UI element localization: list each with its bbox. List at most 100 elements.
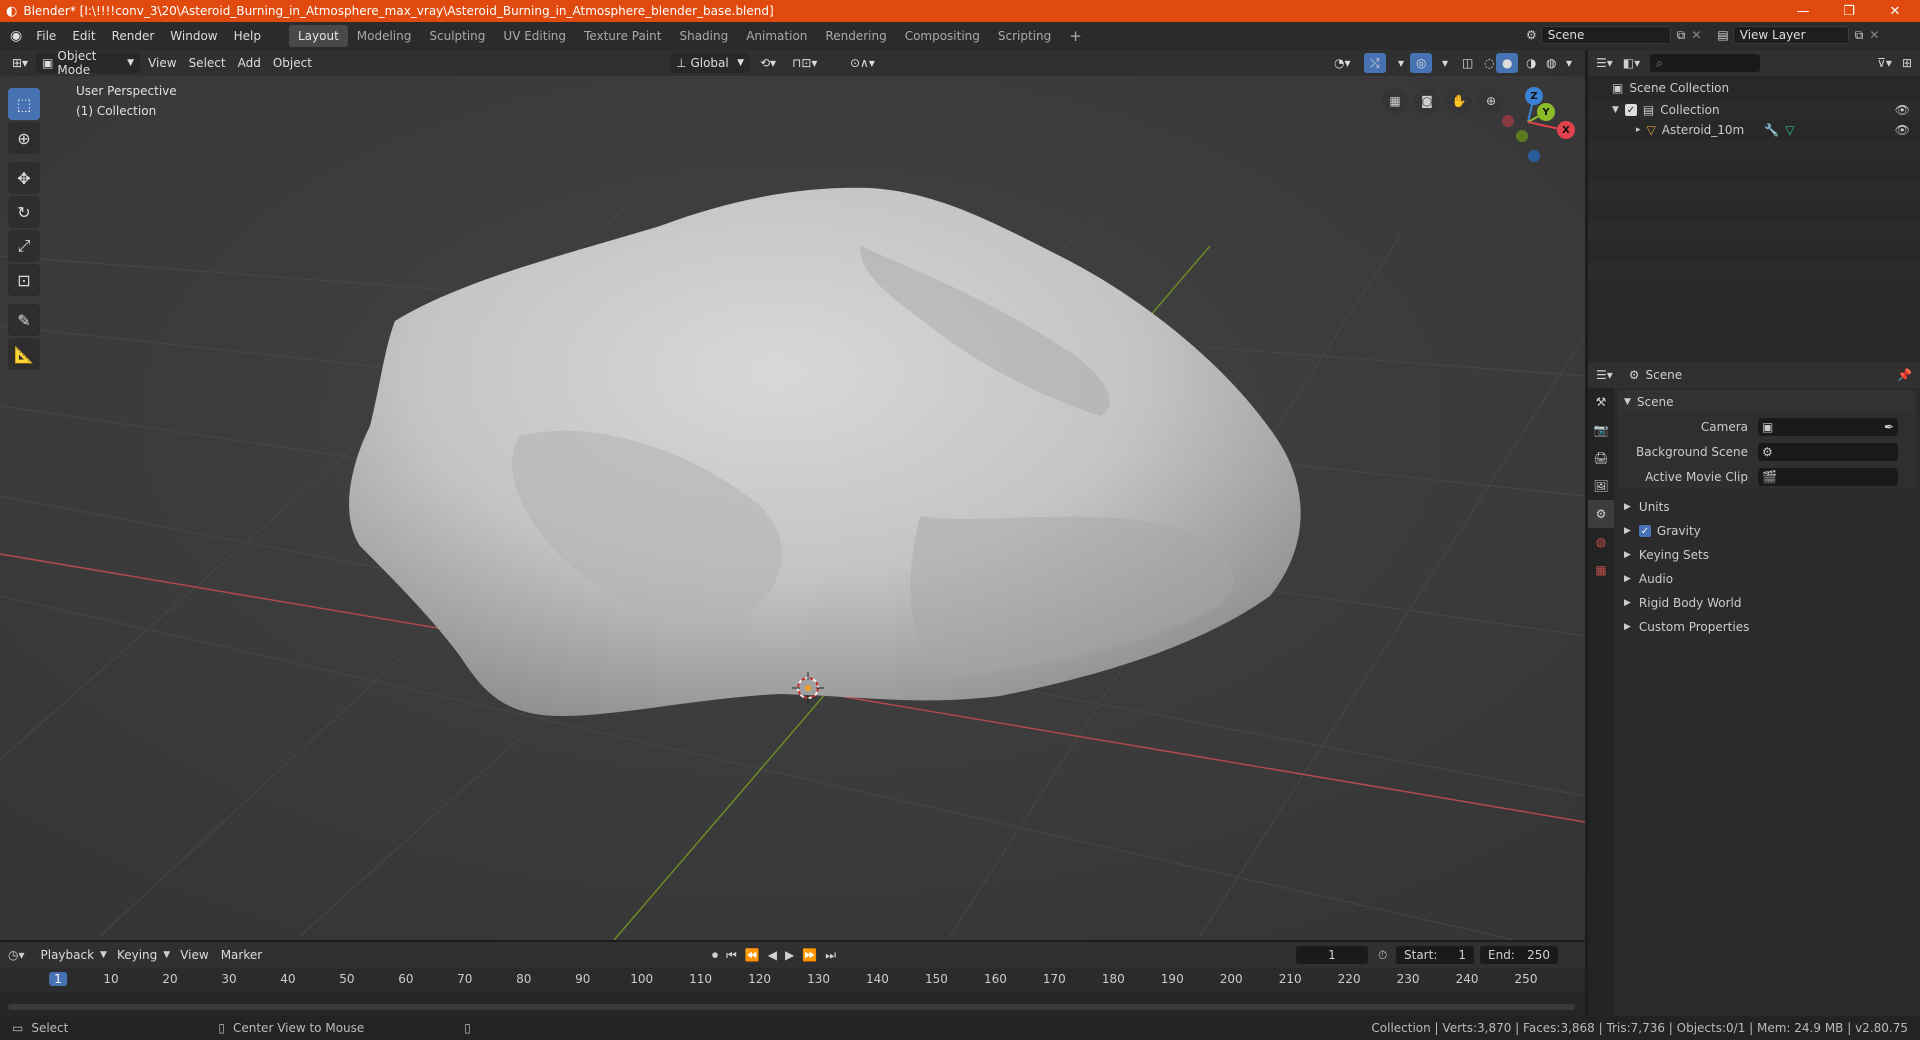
gizmo-neg-z-axis[interactable] xyxy=(1528,150,1540,162)
current-frame-field[interactable]: 1 xyxy=(1296,946,1368,964)
custom-properties-panel[interactable]: ▶ Custom Properties xyxy=(1618,615,1916,639)
keying-sets-panel[interactable]: ▶ Keying Sets xyxy=(1618,543,1916,567)
gizmo-x-axis[interactable]: X xyxy=(1557,121,1575,139)
scene-icon[interactable]: ⚙ xyxy=(1526,28,1537,42)
gizmo-neg-y-axis[interactable] xyxy=(1516,130,1528,142)
timeline-scrollbar[interactable] xyxy=(8,1004,1575,1010)
new-scene-icon[interactable]: ⧉ xyxy=(1677,28,1686,43)
next-keyframe-icon[interactable]: ⏩ xyxy=(802,948,817,962)
texture-tab-icon[interactable]: ▦ xyxy=(1588,556,1614,584)
navigation-gizmo[interactable]: Z Y X xyxy=(1494,84,1575,164)
gravity-panel[interactable]: ▶ ✓ Gravity xyxy=(1618,519,1916,543)
transform-tool-icon[interactable]: ⊡ xyxy=(8,264,40,296)
new-collection-icon[interactable]: ⊞ xyxy=(1902,56,1912,70)
camera-view-icon[interactable]: ◙ xyxy=(1414,88,1440,114)
tab-rendering[interactable]: Rendering xyxy=(816,25,895,47)
tab-scripting[interactable]: Scripting xyxy=(989,25,1060,47)
jump-end-icon[interactable]: ⏭ xyxy=(825,948,836,963)
new-view-layer-icon[interactable]: ⧉ xyxy=(1855,28,1864,43)
minimize-button[interactable]: — xyxy=(1780,0,1826,22)
start-frame-field[interactable]: Start: 1 xyxy=(1396,946,1474,964)
play-icon[interactable]: ▶ xyxy=(785,948,794,962)
proportional-edit-icon[interactable]: ⊙∧▾ xyxy=(844,53,881,73)
menu-file[interactable]: File xyxy=(28,25,64,47)
world-tab-icon[interactable]: ◍ xyxy=(1588,528,1614,556)
select-box-tool-icon[interactable]: ⬚ xyxy=(8,88,40,120)
shading-options-icon[interactable]: ▾ xyxy=(1560,53,1578,73)
grid-toggle-icon[interactable]: ▦ xyxy=(1382,88,1408,114)
tab-modeling[interactable]: Modeling xyxy=(348,25,421,47)
rotate-tool-icon[interactable]: ↻ xyxy=(8,196,40,228)
viewport-menu-view[interactable]: View xyxy=(142,53,182,73)
close-button[interactable]: ✕ xyxy=(1872,0,1918,22)
gizmo-options-icon[interactable]: ▾ xyxy=(1392,53,1410,73)
viewport-menu-add[interactable]: Add xyxy=(232,53,267,73)
view-layer-selector[interactable]: View Layer xyxy=(1732,26,1849,44)
add-workspace-icon[interactable]: + xyxy=(1060,25,1091,47)
viewport-menu-object[interactable]: Object xyxy=(267,53,318,73)
properties-editor-icon[interactable]: ☰▾ xyxy=(1596,368,1613,382)
record-icon[interactable]: ⏺ xyxy=(712,948,718,963)
prev-keyframe-icon[interactable]: ⏪ xyxy=(745,948,760,962)
pan-hand-icon[interactable]: ✋ xyxy=(1446,88,1472,114)
expand-arrow-icon[interactable]: ▼ xyxy=(1612,105,1619,115)
jump-start-icon[interactable]: ⏮ xyxy=(726,948,737,963)
gizmo-neg-x-axis[interactable] xyxy=(1502,115,1514,127)
delete-view-layer-icon[interactable]: ✕ xyxy=(1869,28,1879,42)
frame-ruler[interactable]: 1 10 20 30 40 50 60 70 80 90 100 110 120 130 140 150 160… xyxy=(0,968,1585,992)
gizmo-y-axis[interactable]: Y xyxy=(1537,103,1555,121)
gravity-checkbox[interactable]: ✓ xyxy=(1638,525,1651,537)
scene-selector[interactable]: Scene xyxy=(1540,26,1671,44)
filter-icon[interactable]: ⊽▾ xyxy=(1877,56,1892,70)
3d-viewport[interactable]: User Perspective (1) Collection ▦ ◙ ✋ ⊕ … xyxy=(0,76,1585,940)
outliner-row-collection[interactable]: ▼ ✓ ▤ Collection 👁 xyxy=(1588,100,1920,120)
playhead-frame-indicator[interactable]: 1 xyxy=(49,972,67,986)
movie-clip-field[interactable]: 🎬 xyxy=(1758,467,1898,486)
cursor-tool-icon[interactable]: ⊕ xyxy=(8,122,40,154)
timeline-menu-playback[interactable]: Playback xyxy=(35,945,101,965)
tool-tab-icon[interactable]: ⚒ xyxy=(1588,388,1614,416)
delete-scene-icon[interactable]: ✕ xyxy=(1691,28,1701,42)
annotate-tool-icon[interactable]: ✎ xyxy=(8,304,40,336)
menu-edit[interactable]: Edit xyxy=(64,25,103,47)
move-tool-icon[interactable]: ✥ xyxy=(8,162,40,194)
play-reverse-icon[interactable]: ◀ xyxy=(768,948,777,962)
display-mode-icon[interactable]: ◧▾ xyxy=(1623,56,1640,70)
mesh-data-icon[interactable]: ▽ xyxy=(1785,123,1794,137)
expand-arrow-icon[interactable]: ▸ xyxy=(1636,125,1641,135)
pivot-icon[interactable]: ⟲▾ xyxy=(754,53,782,73)
menu-window[interactable]: Window xyxy=(162,25,225,47)
exclude-checkbox[interactable]: ✓ xyxy=(1624,104,1637,116)
eye-icon[interactable]: 👁 xyxy=(1895,123,1910,137)
solid-shading-icon[interactable]: ● xyxy=(1496,53,1519,73)
outliner-row-object[interactable]: ▸ ▽ Asteroid_10m 🔧 ▽ 👁 xyxy=(1588,120,1920,140)
overlay-options-icon[interactable]: ▾ xyxy=(1436,53,1454,73)
xray-icon[interactable]: ◫ xyxy=(1456,53,1479,73)
camera-field[interactable]: ▣ ✒ xyxy=(1758,417,1898,436)
rigid-body-world-panel[interactable]: ▶ Rigid Body World xyxy=(1618,591,1916,615)
end-frame-field[interactable]: End: 250 xyxy=(1480,946,1558,964)
menu-help[interactable]: Help xyxy=(226,25,269,47)
tab-shading[interactable]: Shading xyxy=(670,25,737,47)
timeline-track-area[interactable] xyxy=(0,992,1585,1016)
gizmo-toggle-icon[interactable]: ⤭ xyxy=(1364,53,1386,73)
gizmo-z-axis[interactable]: Z xyxy=(1525,87,1543,105)
tab-sculpting[interactable]: Sculpting xyxy=(420,25,494,47)
timeline-editor-icon[interactable]: ◷▾ xyxy=(8,948,25,962)
blender-menu-icon[interactable]: ◉ xyxy=(10,28,22,44)
eyedropper-icon[interactable]: ✒ xyxy=(1884,420,1894,434)
outliner-editor-icon[interactable]: ☰▾ xyxy=(1596,56,1613,70)
view-layer-icon[interactable]: ▤ xyxy=(1717,28,1728,42)
units-panel[interactable]: ▶ Units xyxy=(1618,495,1916,519)
measure-tool-icon[interactable]: 📐 xyxy=(8,338,40,370)
outliner-row-scene-collection[interactable]: ▣ Scene Collection xyxy=(1588,76,1920,100)
scene-tab-icon[interactable]: ⚙ xyxy=(1588,500,1614,528)
viewport-menu-select[interactable]: Select xyxy=(183,53,232,73)
modifier-wrench-icon[interactable]: 🔧 xyxy=(1764,123,1779,137)
pin-icon[interactable]: 📌 xyxy=(1897,368,1912,382)
tab-uv-editing[interactable]: UV Editing xyxy=(494,25,575,47)
background-scene-field[interactable]: ⚙ xyxy=(1758,442,1898,461)
audio-panel[interactable]: ▶ Audio xyxy=(1618,567,1916,591)
visibility-icon[interactable]: ◔▾ xyxy=(1328,53,1357,73)
overlay-toggle-icon[interactable]: ◎ xyxy=(1410,53,1433,73)
